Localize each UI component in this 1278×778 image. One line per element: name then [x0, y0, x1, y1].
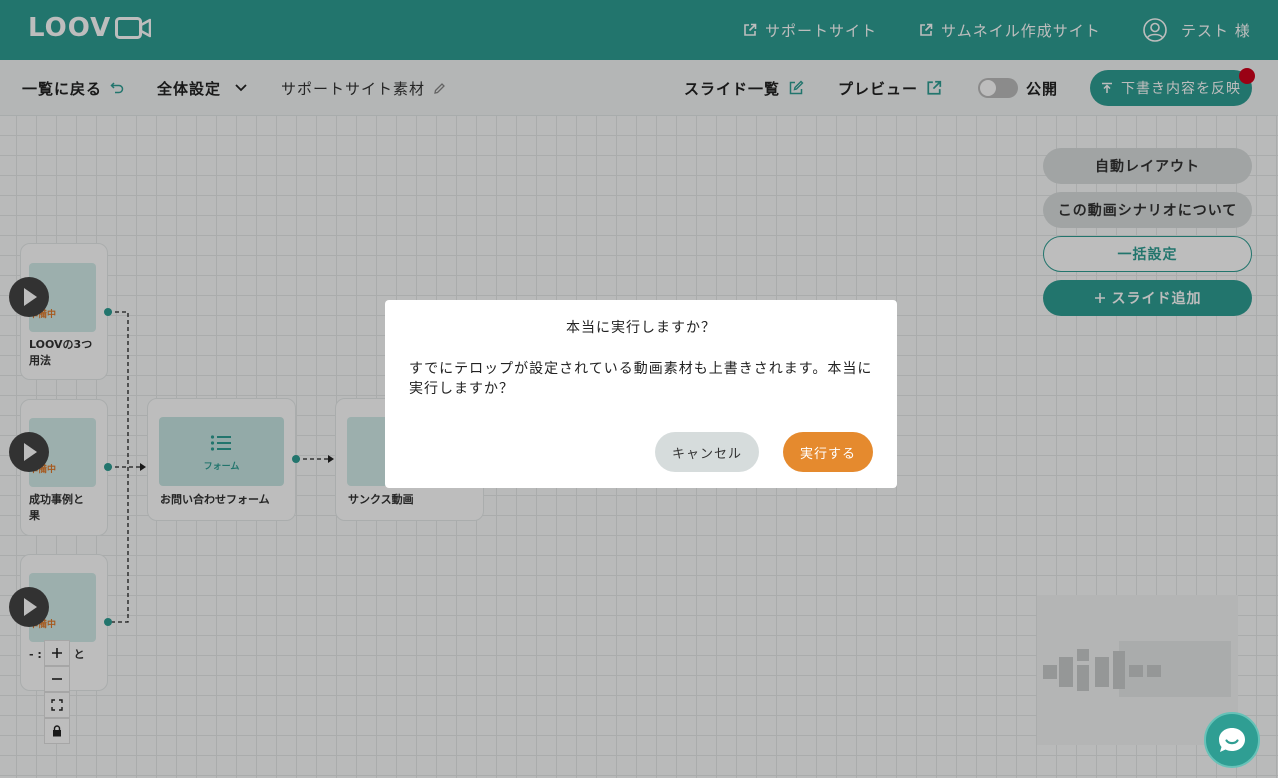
dialog-title: 本当に実行しますか？: [566, 320, 716, 336]
dialog-message: すでにテロップが設定されている動画素材も上書きされます。本当に実行しますか？: [409, 361, 873, 397]
chat-icon: [1219, 728, 1245, 752]
confirm-dialog: 本当に実行しますか？ すでにテロップが設定されている動画素材も上書きされます。本…: [385, 300, 897, 488]
confirm-execute-button[interactable]: 実行する: [783, 432, 873, 472]
cancel-button[interactable]: キャンセル: [655, 432, 759, 472]
chat-support-button[interactable]: [1204, 712, 1260, 768]
